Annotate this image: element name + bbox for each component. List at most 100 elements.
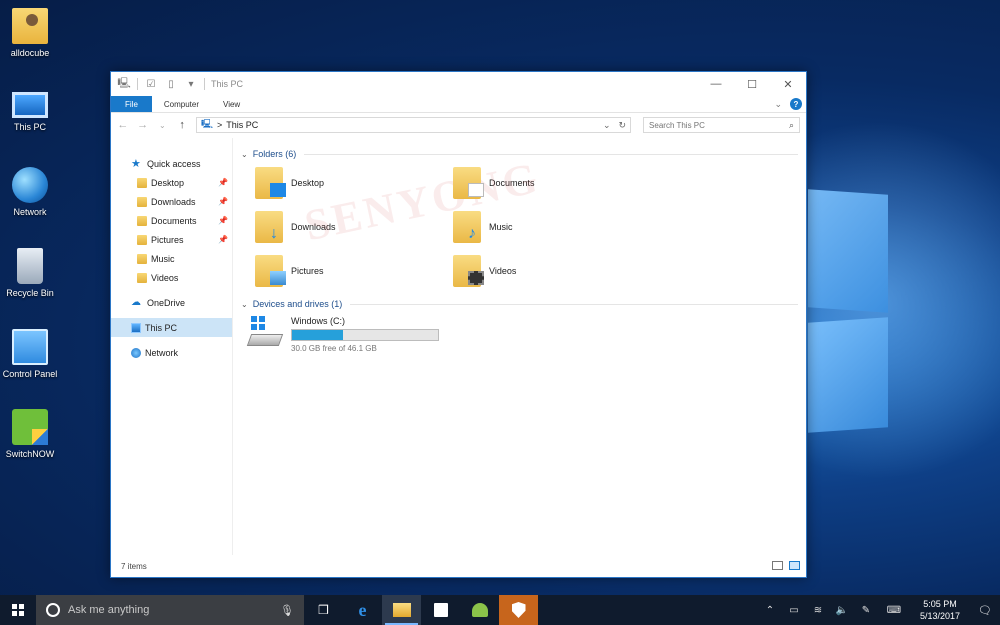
new-folder-icon[interactable]: ▯ <box>164 78 178 90</box>
chevron-down-icon[interactable]: ⌄ <box>603 120 611 131</box>
folder-downloads[interactable]: ↓ Downloads <box>255 210 453 244</box>
nav-label: Downloads <box>151 196 196 207</box>
expand-ribbon-icon[interactable]: ⌄ <box>774 99 782 110</box>
nav-item-music[interactable]: Music <box>111 249 232 268</box>
wallpaper-logo-pane <box>808 189 888 313</box>
tab-file[interactable]: File <box>111 96 152 112</box>
taskbar-android[interactable] <box>460 595 499 625</box>
drive-free-space: 30.0 GB free of 46.1 GB <box>291 344 377 353</box>
videos-folder-icon <box>453 255 484 287</box>
volume-icon[interactable]: 🔈 <box>830 605 854 616</box>
help-icon[interactable]: ? <box>790 98 802 110</box>
keyboard-icon[interactable]: ⌨ <box>878 605 910 616</box>
tab-computer[interactable]: Computer <box>152 96 211 112</box>
details-view-button[interactable] <box>772 561 783 570</box>
shield-icon <box>511 602 526 618</box>
folder-desktop[interactable]: Desktop <box>255 166 453 200</box>
nav-label: Pictures <box>151 234 184 245</box>
desktop-icon-recycle-bin[interactable]: Recycle Bin <box>0 248 60 298</box>
large-icons-view-button[interactable] <box>789 561 800 570</box>
nav-label: Documents <box>151 215 197 226</box>
task-view-button[interactable]: ❒ <box>304 595 343 625</box>
taskbar-file-explorer[interactable] <box>382 595 421 625</box>
pin-icon: 📌 <box>218 216 228 225</box>
desktop-icon-alldocube[interactable]: alldocube <box>0 8 60 58</box>
folder-label: Videos <box>489 266 517 276</box>
forward-button[interactable]: → <box>137 119 149 131</box>
chevron-up-icon[interactable]: ⌃ <box>758 605 782 616</box>
drive-name: Windows (C:) <box>291 316 346 326</box>
close-button[interactable]: ✕ <box>770 72 806 96</box>
desktop-icon-label: Recycle Bin <box>6 288 54 298</box>
status-bar: 7 items <box>111 555 806 577</box>
properties-icon[interactable]: ☑ <box>144 78 158 90</box>
folder-label: Downloads <box>291 222 336 232</box>
nav-item-videos[interactable]: Videos <box>111 268 232 287</box>
clock[interactable]: 5:05 PM 5/13/2017 <box>910 598 970 622</box>
nav-label: Desktop <box>151 177 185 188</box>
cortana-icon <box>46 603 60 617</box>
folders-section-header[interactable]: ⌄ Folders (6) <box>241 146 798 162</box>
network-icon <box>12 167 48 203</box>
file-explorer-window: 🖳 ☑ ▯ ▾ This PC — ☐ ✕ File Computer View… <box>110 71 807 578</box>
search-input[interactable] <box>649 120 789 130</box>
item-count: 7 items <box>121 561 147 571</box>
nav-item-pictures[interactable]: Pictures 📌 <box>111 230 232 249</box>
refresh-icon[interactable]: ↻ <box>619 120 627 131</box>
nav-label: Music <box>151 253 175 264</box>
nav-this-pc[interactable]: This PC <box>111 318 232 337</box>
folder-icon <box>137 177 147 188</box>
nav-network[interactable]: Network <box>111 343 232 362</box>
desktop-icon-control-panel[interactable]: Control Panel <box>0 329 60 379</box>
search-placeholder: Ask me anything <box>68 604 150 616</box>
pen-icon[interactable]: ✎ <box>854 605 878 616</box>
folder-icon <box>137 272 147 283</box>
folder-pictures[interactable]: Pictures <box>255 254 453 288</box>
nav-item-desktop[interactable]: Desktop 📌 <box>111 173 232 192</box>
devices-section-header[interactable]: ⌄ Devices and drives (1) <box>241 296 798 312</box>
address-bar[interactable]: 🖳 > This PC ⌄ ↻ <box>196 117 632 133</box>
user-folder-icon <box>12 8 48 44</box>
music-folder-icon: ♪ <box>453 211 481 243</box>
chevron-down-icon[interactable]: ▾ <box>184 78 198 90</box>
pin-icon: 📌 <box>218 197 228 206</box>
microphone-icon[interactable]: 🎙 <box>280 604 294 617</box>
file-explorer-icon <box>392 603 411 617</box>
folder-documents[interactable]: Documents <box>453 166 651 200</box>
task-view-icon: ❒ <box>318 603 329 617</box>
documents-folder-icon <box>453 167 484 199</box>
up-button[interactable]: ↑ <box>176 119 188 131</box>
tab-view[interactable]: View <box>211 96 252 112</box>
title-bar[interactable]: 🖳 ☑ ▯ ▾ This PC — ☐ ✕ <box>111 72 806 96</box>
taskbar-edge[interactable]: e <box>343 595 382 625</box>
folder-music[interactable]: ♪ Music <box>453 210 651 244</box>
folders-grid: Desktop Documents ↓ Downloads ♪ Music Pi… <box>241 166 798 288</box>
drive-c[interactable]: Windows (C:) 30.0 GB free of 46.1 GB <box>241 316 798 353</box>
folder-videos[interactable]: Videos <box>453 254 651 288</box>
nav-item-documents[interactable]: Documents 📌 <box>111 211 232 230</box>
back-button[interactable]: ← <box>117 119 129 131</box>
nav-item-downloads[interactable]: Downloads 📌 <box>111 192 232 211</box>
wifi-icon[interactable]: ≋ <box>806 605 830 616</box>
battery-icon[interactable]: ▭ <box>782 605 806 616</box>
start-button[interactable] <box>0 595 36 625</box>
cortana-search-box[interactable]: Ask me anything 🎙 <box>36 595 304 625</box>
maximize-button[interactable]: ☐ <box>734 72 770 96</box>
drive-usage-bar <box>291 329 439 341</box>
nav-onedrive[interactable]: ☁ OneDrive <box>111 293 232 312</box>
content-pane: SENYONG ⌄ Folders (6) Desktop Documents … <box>233 138 806 555</box>
minimize-button[interactable]: — <box>698 72 734 96</box>
desktop-icon-this-pc[interactable]: This PC <box>0 86 60 132</box>
system-tray: ⌃ ▭ ≋ 🔈 ✎ ⌨ 5:05 PM 5/13/2017 🗨 <box>758 595 1000 625</box>
drive-usage-fill <box>292 330 344 340</box>
taskbar-defender[interactable] <box>499 595 538 625</box>
desktop-icon-switchnow[interactable]: SwitchNOW <box>0 409 60 459</box>
breadcrumb[interactable]: This PC <box>226 120 258 130</box>
recent-locations-icon[interactable]: ⌄ <box>157 121 169 130</box>
folder-label: Documents <box>489 178 535 188</box>
desktop-icon-network[interactable]: Network <box>0 167 60 217</box>
search-box[interactable]: ⌕ <box>643 117 800 133</box>
nav-quick-access[interactable]: ★ Quick access <box>111 154 232 173</box>
notifications-icon[interactable]: 🗨 <box>970 604 1000 617</box>
taskbar-store[interactable] <box>421 595 460 625</box>
